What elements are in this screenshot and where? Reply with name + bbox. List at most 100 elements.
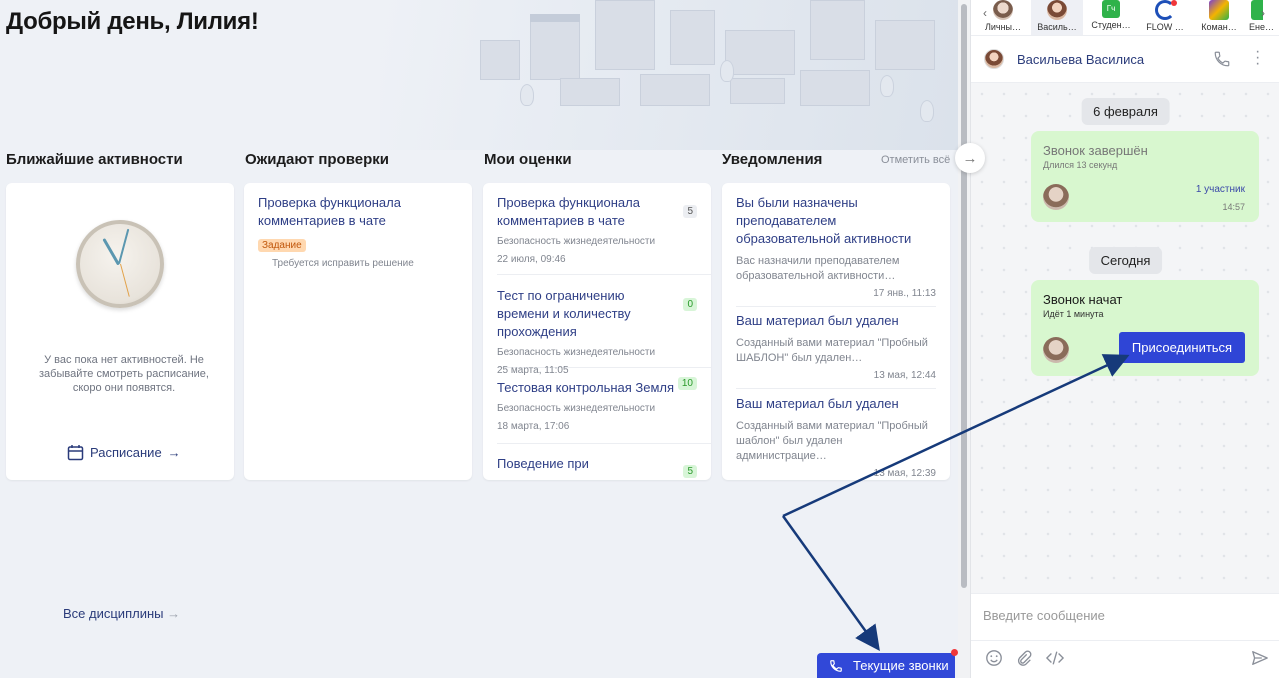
notification-item[interactable]: Вы были назначены преподавателем образов… [736, 194, 936, 307]
group-avatar: Гч [1102, 0, 1120, 18]
clock-icon [76, 220, 164, 308]
grade-item-title: Поведение при [497, 456, 589, 471]
activities-card: У вас пока нет активностей. Не забывайте… [6, 183, 234, 480]
message-input[interactable]: Введите сообщение [983, 608, 1105, 623]
call-ended-duration: Длился 13 секунд [1043, 160, 1118, 170]
avatar [1043, 337, 1069, 363]
activities-title: Ближайшие активности [6, 151, 183, 168]
notifications-title: Уведомления [722, 151, 823, 168]
avatar [1047, 0, 1067, 20]
grade-item[interactable]: Поведение при 5 [497, 455, 711, 480]
review-card: Проверка функционала комментариев в чате… [244, 183, 472, 480]
grade-item-title: Тестовая контрольная Земля [497, 380, 675, 395]
grade-item-date: 18 марта, 17:06 [497, 421, 570, 432]
call-ended-title: Звонок завершён [1043, 143, 1148, 158]
paperclip-icon[interactable] [1015, 649, 1033, 667]
notification-time: 13 мая, 12:44 [873, 370, 936, 381]
message-composer: Введите сообщение [971, 593, 1279, 678]
schedule-link-label: Расписание [90, 445, 162, 460]
date-separator: 6 февраля [1081, 98, 1170, 125]
grade-badge: 10 [677, 377, 697, 390]
avatar [993, 0, 1013, 20]
greeting-title: Добрый день, Лилия! [6, 8, 259, 35]
notification-time: 17 янв., 11:13 [873, 288, 936, 299]
task-hint: Требуется исправить решение [272, 258, 414, 269]
grades-title: Мои оценки [484, 151, 572, 168]
grade-item-title: Тест по ограничению времени и количеству… [497, 288, 631, 339]
emoji-icon[interactable] [985, 649, 1003, 667]
arrow-right-icon: → [167, 606, 181, 621]
grades-card: Проверка функционала комментариев в чате… [483, 183, 711, 480]
grade-item-title: Проверка функционала комментариев в чате [497, 195, 640, 228]
chat-tab-label: Василь… [1037, 22, 1077, 32]
date-separator: Сегодня [1088, 247, 1163, 274]
review-item-title: Проверка функционала комментариев в чате [258, 195, 401, 228]
task-tag: Задание [258, 239, 306, 252]
avatar [984, 49, 1004, 69]
current-calls-button[interactable]: Текущие звонки [817, 653, 955, 678]
unread-dot [1171, 0, 1177, 6]
chat-contact-name[interactable]: Васильева Василиса [1017, 52, 1144, 67]
grade-item[interactable]: Тестовая контрольная Земля Безопасность … [497, 377, 711, 444]
join-call-button[interactable]: Присоединиться [1119, 332, 1245, 363]
dashboard: Добрый день, Лилия! Ближайшие активности… [0, 0, 958, 678]
code-icon[interactable] [1045, 649, 1065, 667]
chat-tab[interactable]: Василь… [1031, 0, 1083, 35]
grade-item[interactable]: Тест по ограничению времени и количеству… [497, 287, 711, 376]
grade-item-date: 25 марта, 11:05 [497, 365, 569, 376]
notification-body: Созданный вами материал "Пробный шаблон"… [736, 420, 928, 462]
review-item[interactable]: Проверка функционала комментариев в чате… [258, 194, 462, 271]
all-disciplines-link[interactable]: Все дисциплины → [63, 606, 180, 621]
schedule-link[interactable]: Расписание → [67, 444, 181, 461]
collapse-chat-button[interactable]: → [955, 143, 985, 173]
grade-badge: 0 [683, 298, 697, 311]
notification-item[interactable]: Ваш материал был удален Созданный вами м… [736, 312, 936, 389]
notification-title: Ваш материал был удален [736, 313, 899, 328]
chat-tab[interactable]: Гч Студен… [1085, 0, 1137, 35]
notifications-card: Вы были назначены преподавателем образов… [722, 183, 950, 480]
grade-item[interactable]: Проверка функционала комментариев в чате… [497, 194, 711, 275]
chat-tab[interactable]: Личны… [977, 0, 1029, 35]
call-started-title: Звонок начат [1043, 292, 1123, 307]
chat-tab-label: FLOW … [1146, 22, 1184, 32]
message-time: 14:57 [1222, 202, 1245, 212]
more-vertical-icon[interactable]: · · · [1255, 44, 1260, 72]
call-started-message: Звонок начат Идёт 1 минута Присоединитьс… [1031, 280, 1259, 376]
chat-tab-label: Ене… [1249, 22, 1274, 32]
chat-tab-label: Личны… [984, 22, 1022, 32]
all-disciplines-label: Все дисциплины [63, 606, 164, 621]
notification-body: Созданный вами материал "Пробный ШАБЛОН"… [736, 337, 928, 364]
scrollbar-thumb[interactable] [961, 4, 967, 588]
chevron-right-icon[interactable]: › [1261, 6, 1265, 20]
arrow-right-icon: → [167, 445, 181, 460]
chat-tab[interactable]: FLOW … [1139, 0, 1191, 35]
chat-messages: 6 февраля Звонок завершён Длился 13 секу… [971, 83, 1279, 593]
grade-item-date: 22 июля, 09:46 [497, 254, 566, 265]
send-icon[interactable] [1251, 649, 1269, 667]
calendar-icon [67, 445, 84, 461]
divider [971, 640, 1279, 641]
notification-item[interactable]: Ваш материал был удален Созданный вами м… [736, 395, 936, 480]
notification-title: Ваш материал был удален [736, 396, 899, 411]
notification-body: Вас назначили преподавателем образовател… [736, 255, 900, 282]
phone-icon[interactable] [1213, 50, 1231, 68]
grade-item-subject: Безопасность жизнедеятельности [497, 347, 656, 358]
city-illustration [380, 0, 958, 150]
chat-tabs: ‹ Личны… Василь… Гч Студен… FLOW … Коман… [971, 0, 1279, 36]
notification-dot [951, 649, 958, 656]
grade-badge: 5 [683, 205, 697, 218]
chat-panel: ‹ Личны… Василь… Гч Студен… FLOW … Коман… [970, 0, 1279, 678]
review-title: Ожидают проверки [245, 151, 389, 168]
chat-tab[interactable]: Коман… [1193, 0, 1245, 35]
chat-tab-label: Студен… [1091, 20, 1131, 30]
chat-tab-label: Коман… [1201, 22, 1237, 32]
phone-icon [830, 659, 842, 672]
notification-time: 13 мая, 12:39 [873, 468, 936, 479]
participants-count[interactable]: 1 участник [1196, 184, 1245, 195]
grade-item-subject: Безопасность жизнедеятельности [497, 236, 656, 247]
team-avatar [1209, 0, 1229, 20]
call-ended-message: Звонок завершён Длился 13 секунд 1 участ… [1031, 131, 1259, 222]
empty-activities-text: У вас пока нет активностей. Не забывайте… [39, 354, 209, 394]
arrow-right-icon: → [962, 149, 978, 167]
mark-all-read-link[interactable]: Отметить всё [881, 154, 950, 166]
